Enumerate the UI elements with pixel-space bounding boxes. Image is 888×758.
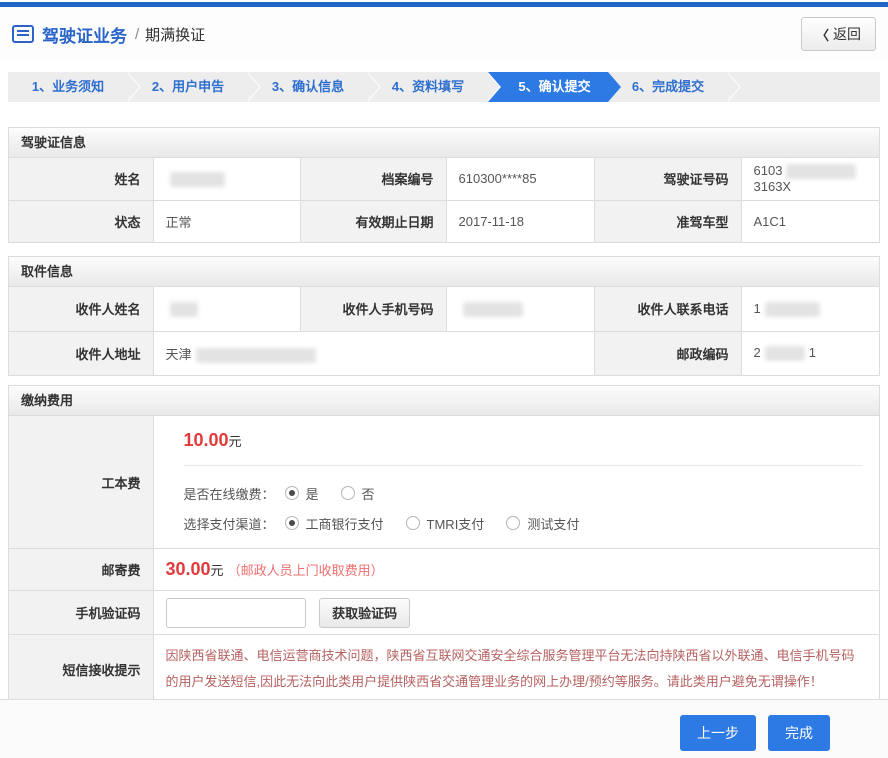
page-header: 驾驶证业务 / 期满换证 〈 返回 [0, 7, 888, 61]
postage-fee-label: 邮寄费 [9, 549, 153, 591]
step-6-complete-submit: 6、完成提交 [608, 72, 728, 102]
step-1-business-notice: 1、业务须知 [8, 72, 128, 102]
step-5-confirm-submit-active: 5、确认提交 [488, 72, 621, 102]
radio-online-no-label: 否 [362, 484, 375, 503]
recipient-name-label: 收件人姓名 [9, 287, 153, 331]
license-info-table: 姓名 档案编号 610300****85 驾驶证号码 61033163X 状态 … [9, 158, 879, 242]
vehicle-type-value: A1C1 [741, 200, 879, 242]
recipient-phone-label: 收件人联系电话 [594, 287, 741, 331]
license-info-panel: 驾驶证信息 姓名 档案编号 610300****85 驾驶证号码 6103316… [8, 127, 880, 243]
recipient-address-value: 天津 [153, 331, 594, 375]
table-row: 状态 正常 有效期止日期 2017-11-18 准驾车型 A1C1 [9, 200, 879, 242]
license-fee-row: 工本费 10.00元 是否在线缴费： 是 否 选择支付渠道： 工商银行支付 [9, 416, 879, 549]
radio-online-no[interactable] [341, 486, 355, 500]
fees-panel: 缴纳费用 工本费 10.00元 是否在线缴费： 是 否 选择支付渠道： [8, 385, 880, 704]
status-value: 正常 [153, 200, 300, 242]
fees-table: 工本费 10.00元 是否在线缴费： 是 否 选择支付渠道： 工商银行支付 [9, 416, 879, 703]
expiry-label: 有效期止日期 [300, 200, 446, 242]
redacted-value [196, 348, 316, 363]
redacted-value [463, 302, 523, 317]
license-no-value: 61033163X [741, 158, 879, 200]
step-3-confirm-info: 3、确认信息 [248, 72, 368, 102]
redacted-value [765, 346, 805, 361]
breadcrumb-current: 期满换证 [145, 24, 205, 45]
radio-online-yes-label: 是 [306, 484, 319, 503]
radio-channel-icbc[interactable] [285, 516, 299, 530]
pay-channel-radio-group: 选择支付渠道： 工商银行支付 TMRI支付 测试支付 [184, 508, 864, 538]
recipient-phone-value: 1 [741, 287, 879, 331]
page-title: 驾驶证业务 [42, 22, 127, 47]
status-label: 状态 [9, 200, 153, 242]
radio-channel-icbc-label: 工商银行支付 [306, 514, 384, 533]
captcha-label: 手机验证码 [9, 591, 153, 635]
sms-notice-text: 因陕西省联通、电信运营商技术问题，陕西省互联网交通安全综合服务管理平台无法向持陕… [166, 635, 880, 703]
license-info-title: 驾驶证信息 [9, 128, 879, 158]
captcha-input[interactable] [166, 598, 306, 628]
expiry-value: 2017-11-18 [446, 200, 594, 242]
postage-fee-amount: 30.00 [166, 559, 211, 579]
license-fee-value: 10.00元 是否在线缴费： 是 否 选择支付渠道： 工商银行支付 TMRI支付 [153, 416, 879, 549]
redacted-value [170, 172, 225, 187]
captcha-cell: 获取验证码 [153, 591, 879, 635]
postcode-label: 邮政编码 [594, 331, 741, 375]
name-label: 姓名 [9, 158, 153, 200]
license-fee-label: 工本费 [9, 416, 153, 549]
recipient-mobile-label: 收件人手机号码 [300, 287, 446, 331]
footer-action-bar: 上一步 完成 [0, 699, 888, 758]
sms-notice-cell: 因陕西省联通、电信运营商技术问题，陕西省互联网交通安全综合服务管理平台无法向持陕… [153, 635, 879, 704]
pickup-info-title: 取件信息 [9, 257, 879, 287]
step-2-user-declaration: 2、用户申告 [128, 72, 248, 102]
previous-step-button[interactable]: 上一步 [680, 715, 756, 751]
recipient-mobile-value [446, 287, 594, 331]
wizard-steps: 1、业务须知 2、用户申告 3、确认信息 4、资料填写 5、确认提交 6、完成提… [8, 72, 880, 102]
document-list-icon [12, 25, 34, 43]
postage-fee-value: 30.00元 （邮政人员上门收取费用） [153, 549, 879, 591]
recipient-address-label: 收件人地址 [9, 331, 153, 375]
radio-channel-test[interactable] [506, 516, 520, 530]
redacted-value [786, 164, 856, 179]
radio-online-yes[interactable] [285, 486, 299, 500]
file-no-label: 档案编号 [300, 158, 446, 200]
postage-note: （邮政人员上门收取费用） [228, 563, 384, 578]
pickup-info-table: 收件人姓名 收件人手机号码 收件人联系电话 1 收件人地址 天津 邮政编码 21 [9, 287, 879, 375]
get-captcha-button[interactable]: 获取验证码 [319, 598, 410, 628]
pay-channel-question: 选择支付渠道： [184, 514, 275, 533]
table-row: 收件人姓名 收件人手机号码 收件人联系电话 1 [9, 287, 879, 331]
yuan-unit: 元 [229, 434, 242, 449]
table-row: 收件人地址 天津 邮政编码 21 [9, 331, 879, 375]
recipient-name-value [153, 287, 300, 331]
postage-fee-row: 邮寄费 30.00元 （邮政人员上门收取费用） [9, 549, 879, 591]
sms-notice-row: 短信接收提示 因陕西省联通、电信运营商技术问题，陕西省互联网交通安全综合服务管理… [9, 635, 879, 704]
name-value [153, 158, 300, 200]
table-row: 姓名 档案编号 610300****85 驾驶证号码 61033163X [9, 158, 879, 200]
pickup-info-panel: 取件信息 收件人姓名 收件人手机号码 收件人联系电话 1 收件人地址 天津 邮政… [8, 256, 880, 376]
finish-button[interactable]: 完成 [768, 715, 830, 751]
back-button[interactable]: 〈 返回 [801, 17, 876, 51]
vehicle-type-label: 准驾车型 [594, 200, 741, 242]
step-4-fill-data: 4、资料填写 [368, 72, 488, 102]
online-pay-radio-group: 是否在线缴费： 是 否 [184, 478, 864, 508]
file-no-value: 610300****85 [446, 158, 594, 200]
sms-notice-label: 短信接收提示 [9, 635, 153, 704]
yuan-unit: 元 [211, 563, 224, 578]
steps-filler [728, 72, 880, 102]
back-button-label: 返回 [833, 24, 861, 44]
redacted-value [765, 302, 820, 317]
online-pay-question: 是否在线缴费： [184, 484, 275, 503]
license-fee-amount: 10.00 [184, 430, 229, 450]
radio-channel-tmri-label: TMRI支付 [427, 514, 485, 533]
redacted-value [170, 302, 198, 317]
divider [184, 465, 864, 466]
radio-channel-tmri[interactable] [406, 516, 420, 530]
radio-channel-test-label: 测试支付 [527, 514, 579, 533]
license-no-label: 驾驶证号码 [594, 158, 741, 200]
postcode-value: 21 [741, 331, 879, 375]
breadcrumb-separator: / [135, 26, 139, 43]
fees-title: 缴纳费用 [9, 386, 879, 416]
chevron-left-icon: 〈 [816, 25, 829, 44]
captcha-row: 手机验证码 获取验证码 [9, 591, 879, 635]
